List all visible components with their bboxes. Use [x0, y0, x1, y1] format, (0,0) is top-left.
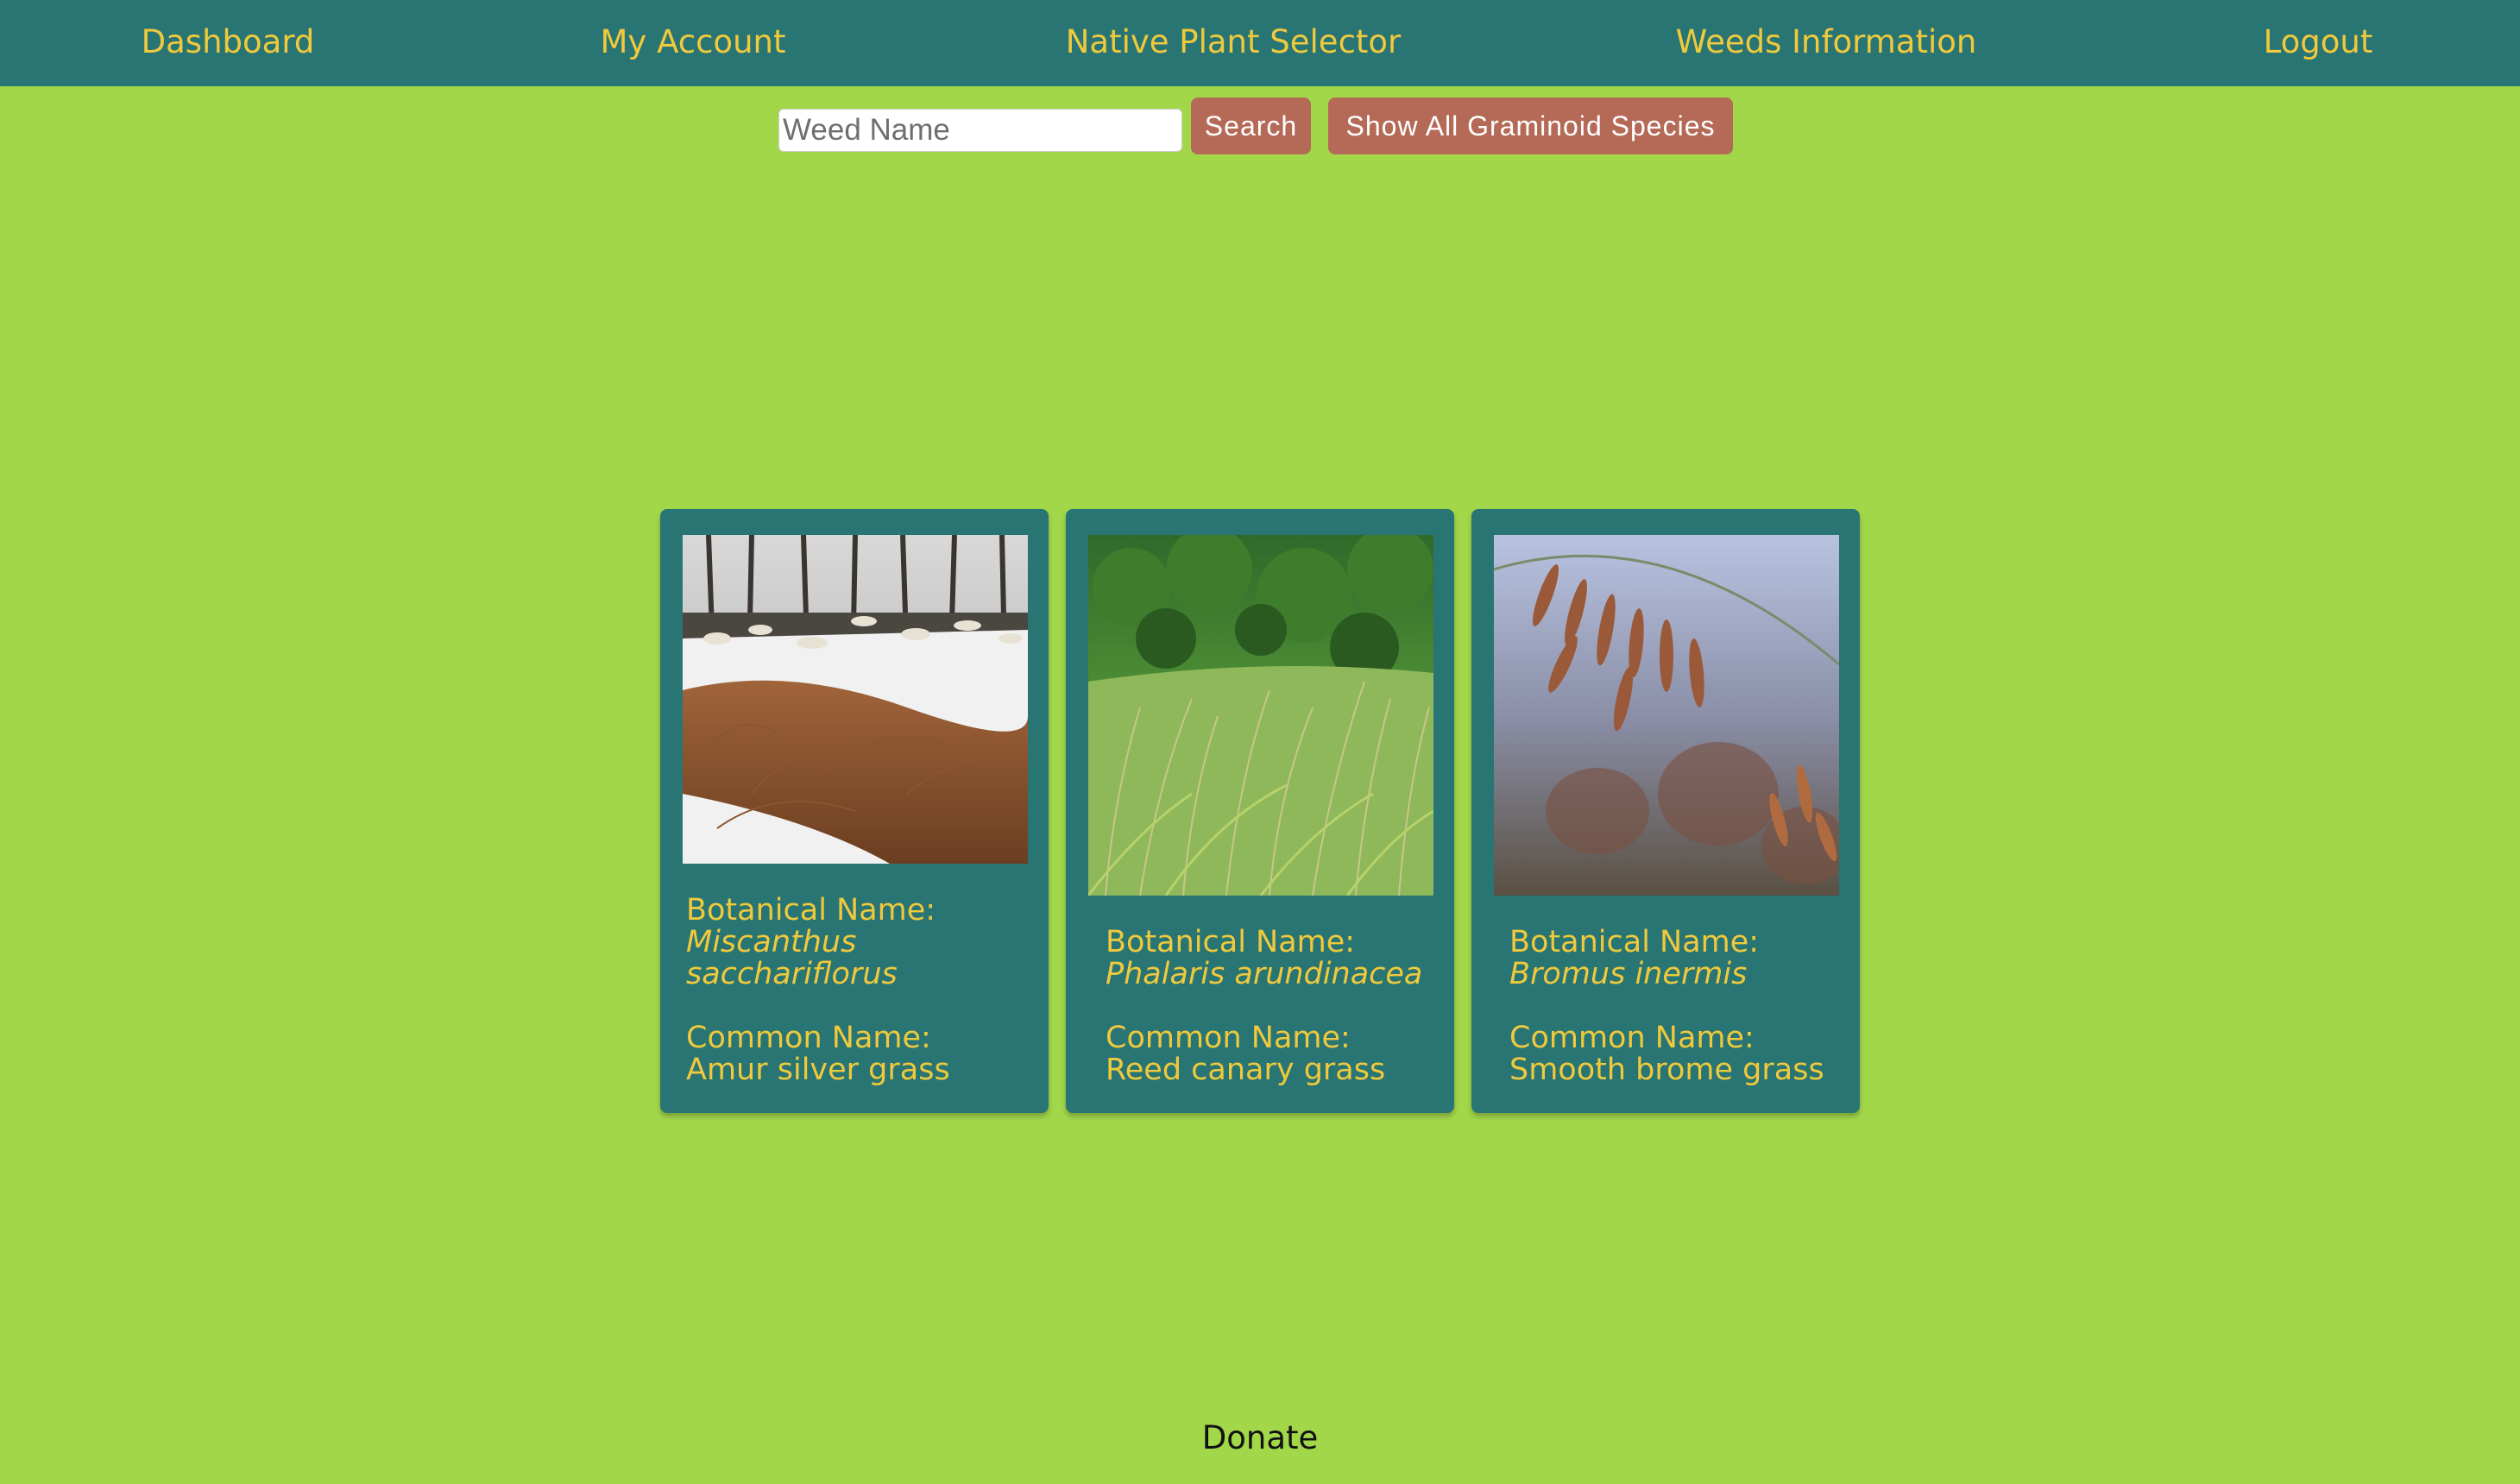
donate-link[interactable]: Donate	[0, 1419, 2520, 1456]
botanical-name-value-continued: sacchariflorus	[686, 957, 898, 991]
botanical-name-value: Phalaris arundinacea	[1106, 957, 1423, 991]
smooth-brome-grass-photo	[1494, 535, 1839, 896]
weed-card[interactable]: Botanical Name: Bromus inermis Common Na…	[1471, 509, 1860, 1113]
common-name-value: Reed canary grass	[1106, 1053, 1386, 1087]
botanical-name-value: Bromus inermis	[1509, 957, 1748, 991]
nav-logout-link[interactable]: Logout	[2264, 0, 2373, 86]
common-name-value: Amur silver grass	[686, 1053, 950, 1087]
botanical-name-label: Botanical Name:	[1509, 925, 1760, 959]
common-name-label: Common Name:	[1106, 1021, 1351, 1055]
common-name-label: Common Name:	[1509, 1021, 1755, 1055]
search-button[interactable]: Search	[1191, 97, 1311, 154]
nav-weeds-information-link[interactable]: Weeds Information	[1676, 0, 1977, 86]
nav-dashboard-link[interactable]: Dashboard	[142, 0, 315, 86]
common-name-value: Smooth brome grass	[1509, 1053, 1824, 1087]
botanical-name-value: Miscanthus	[686, 925, 857, 959]
weed-card[interactable]: Botanical Name: Phalaris arundinacea Com…	[1066, 509, 1454, 1113]
top-navbar: Dashboard My Account Native Plant Select…	[0, 0, 2520, 86]
botanical-name-label: Botanical Name:	[686, 893, 936, 928]
weed-card-info: Botanical Name: Bromus inermis Common Na…	[1509, 927, 1824, 1086]
show-all-graminoid-species-button[interactable]: Show All Graminoid Species	[1328, 97, 1733, 154]
weed-card[interactable]: Botanical Name: Miscanthus saccharifloru…	[660, 509, 1049, 1113]
reed-canary-grass-photo	[1088, 535, 1433, 896]
weed-card-info: Botanical Name: Miscanthus saccharifloru…	[686, 895, 950, 1086]
weed-card-info: Botanical Name: Phalaris arundinacea Com…	[1106, 927, 1422, 1086]
common-name-label: Common Name:	[686, 1021, 931, 1055]
nav-native-plant-selector-link[interactable]: Native Plant Selector	[1066, 0, 1402, 86]
amur-silver-grass-photo	[683, 535, 1028, 864]
botanical-name-label: Botanical Name:	[1106, 925, 1356, 959]
weed-name-search-input[interactable]	[778, 109, 1182, 152]
nav-my-account-link[interactable]: My Account	[601, 0, 786, 86]
